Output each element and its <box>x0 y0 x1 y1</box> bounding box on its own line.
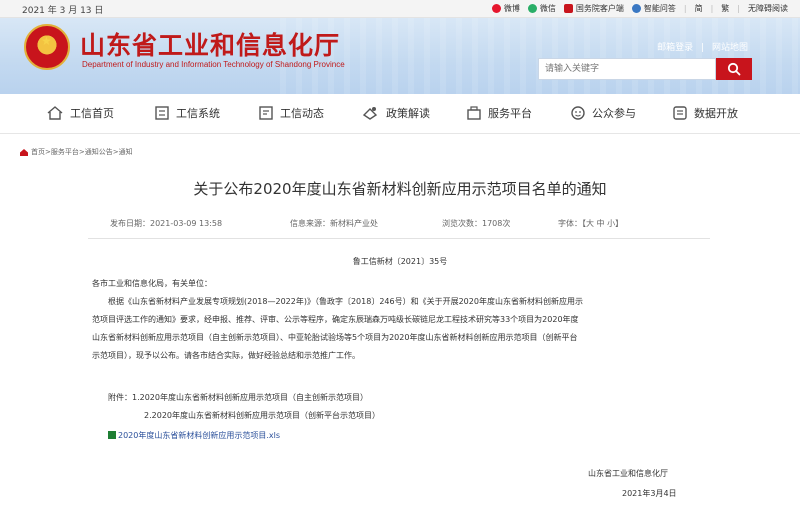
info-source: 信息来源：新材料产业处 <box>290 219 378 228</box>
current-date: 2021 年 3 月 13 日 <box>22 6 104 16</box>
body-line: 示范项目），现予以公布。请各市结合实际，做好经验总结和示范推广工作。 <box>92 351 360 360</box>
smart-qa-link[interactable]: 智能问答 <box>631 3 676 14</box>
home-icon <box>47 106 63 120</box>
wechat-link[interactable]: 微信 <box>527 3 556 14</box>
home-icon <box>20 148 28 156</box>
search-button[interactable] <box>716 58 752 80</box>
mail-login-link[interactable]: 邮箱登录 <box>657 43 693 53</box>
header-background <box>280 18 800 94</box>
attachment-link[interactable]: 2020年度山东省新材料创新应用示范项目.xls <box>118 431 280 440</box>
view-count: 浏览次数：1708次 <box>442 219 511 228</box>
divider <box>88 238 710 239</box>
policy-icon <box>362 107 378 120</box>
attachment-2: 2.2020年度山东省新材料创新应用示范项目（创新平台示范项目） <box>144 411 380 420</box>
article-title: 关于公布2020年度山东省新材料创新应用示范项目名单的通知 <box>193 180 607 198</box>
document-number: 鲁工信新材〔2021〕35号 <box>352 257 448 266</box>
font-size-control[interactable]: 字体：【大 中 小】 <box>558 218 623 229</box>
site-title: 山东省工业和信息化厅 <box>80 31 341 60</box>
service-icon <box>467 106 481 120</box>
attachment-1: 附件：1.2020年度山东省新材料创新应用示范项目（自主创新示范项目） <box>108 393 368 402</box>
nav-item-policy[interactable]: 政策解读 <box>362 105 430 121</box>
simplified-link[interactable]: 简 <box>695 3 703 14</box>
body-line: 根据《山东省新材料产业发展专项规划(2018—2022年)》（鲁政字〔2018〕… <box>108 297 583 306</box>
search-icon <box>727 62 741 76</box>
site-subtitle: Department of Industry and Information T… <box>82 60 345 69</box>
top-bar: 2021 年 3 月 13 日 微博 微信 国务院客户端 智能问答 | 简 | … <box>0 0 800 18</box>
nav-item-system[interactable]: 工信系统 <box>154 105 220 121</box>
robot-icon <box>631 4 641 13</box>
sitemap-link[interactable]: 网站地图 <box>712 43 748 53</box>
body-line: 山东省新材料创新应用示范项目（自主创新示范项目）、中亚轮胎试验场等5个项目为20… <box>92 333 578 342</box>
top-links: 微博 微信 国务院客户端 智能问答 | 简 | 繁 | 无障碍阅读 <box>484 3 788 14</box>
body-line: 范项目评选工作的通知》要求，经申报、推荐、评审、公示等程序，确定东辰瑞森万吨级长… <box>92 315 579 324</box>
main-nav: 工信首页 工信系统 工信动态 政策解读 服务平台 公众参与 数据开放 <box>0 94 800 134</box>
weibo-link[interactable]: 微博 <box>491 3 520 14</box>
wechat-icon <box>527 4 537 13</box>
system-icon <box>155 106 169 120</box>
traditional-link[interactable]: 繁 <box>721 3 729 14</box>
news-icon <box>259 106 273 120</box>
nav-item-service[interactable]: 服务平台 <box>466 105 532 121</box>
weibo-icon <box>491 4 501 13</box>
salutation: 各市工业和信息化局，有关单位： <box>92 279 212 288</box>
search-box <box>538 58 716 80</box>
nav-item-news[interactable]: 工信动态 <box>258 105 324 121</box>
national-emblem-icon: ★ <box>24 24 70 70</box>
search-input[interactable] <box>539 59 709 79</box>
sign-date: 2021年3月4日 <box>622 489 677 498</box>
breadcrumb[interactable]: 首页>服务平台>通知公告>通知 <box>20 147 133 157</box>
accessibility-link[interactable]: 无障碍阅读 <box>748 3 788 14</box>
nav-item-people[interactable]: 公众参与 <box>570 105 636 121</box>
site-header: ★ 山东省工业和信息化厅 Department of Industry and … <box>0 18 800 94</box>
nav-item-home[interactable]: 工信首页 <box>46 105 114 121</box>
people-icon <box>571 106 585 120</box>
gov-app-icon <box>563 4 573 13</box>
data-icon <box>673 106 687 120</box>
gov-app-link[interactable]: 国务院客户端 <box>563 3 624 14</box>
header-links: 邮箱登录 | 网站地图 <box>657 43 748 53</box>
publish-time: 发布日期：2021-03-09 13:58 <box>110 219 223 228</box>
excel-icon <box>108 431 116 439</box>
article-content: 首页>服务平台>通知公告>通知 关于公布2020年度山东省新材料创新应用示范项目… <box>0 134 800 514</box>
attachment-file[interactable]: 2020年度山东省新材料创新应用示范项目.xls <box>108 430 280 441</box>
nav-item-data[interactable]: 数据开放 <box>672 105 738 121</box>
signer: 山东省工业和信息化厅 <box>588 469 668 478</box>
